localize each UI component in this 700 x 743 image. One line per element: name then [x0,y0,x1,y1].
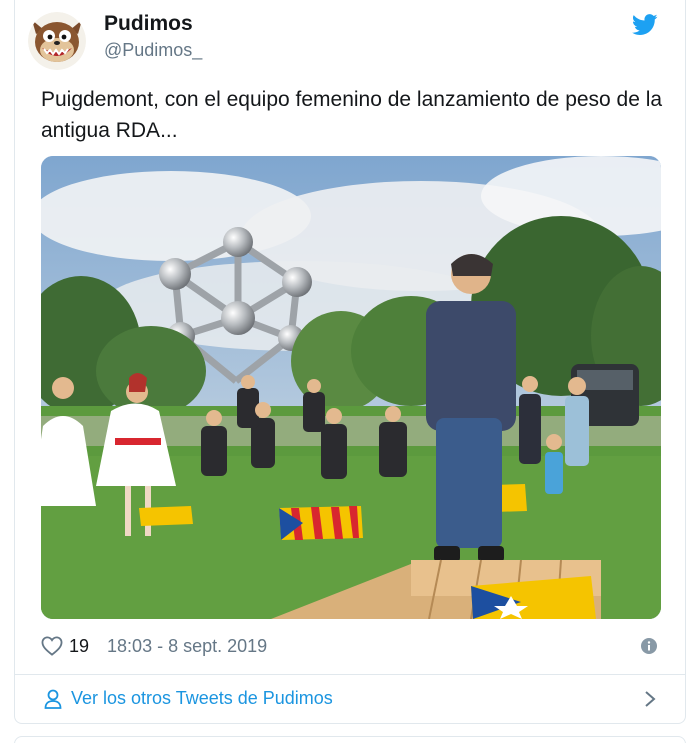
avatar-image [28,12,86,70]
more-tweets-link[interactable]: Ver los otros Tweets de Pudimos [14,675,686,723]
tweet-meta: 19 18:03 - 8 sept. 2019 [41,633,267,659]
avatar[interactable] [28,12,86,70]
author-name[interactable]: Pudimos [104,12,193,36]
twitter-bird-icon[interactable] [632,14,658,36]
more-tweets-label: Ver los otros Tweets de Pudimos [71,688,333,708]
author-handle[interactable]: @Pudimos_ [104,40,202,61]
photo-image [41,156,661,619]
tweet-text: Puigdemont, con el equipo femenino de la… [41,88,663,142]
tweet-photo[interactable] [41,156,661,619]
next-card-edge [14,736,686,743]
like-count[interactable]: 19 [69,636,89,657]
tweet-timestamp[interactable]: 18:03 - 8 sept. 2019 [107,636,267,657]
person-icon [44,689,62,709]
info-icon[interactable] [641,638,657,654]
heart-icon[interactable] [41,636,63,656]
chevron-right-icon [645,691,656,707]
